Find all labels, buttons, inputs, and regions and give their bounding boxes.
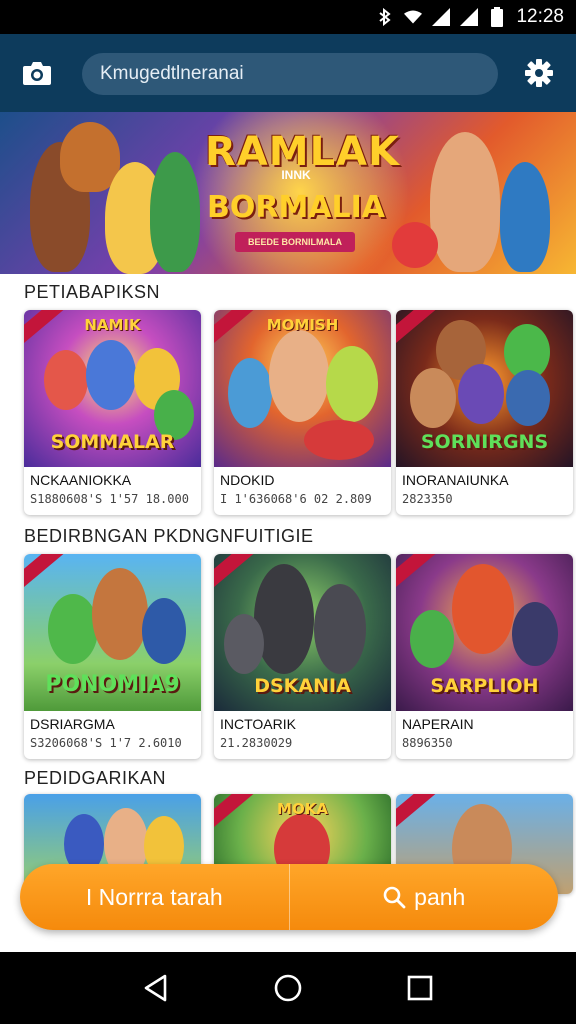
bluetooth-icon	[376, 8, 394, 26]
search-input[interactable]: Kmugedtlneranai	[82, 53, 498, 95]
character-art	[314, 584, 366, 674]
hero-banner[interactable]: RAMLAK INNK BORMALIA BEEDE BORNILMALA	[0, 112, 576, 274]
game-meta: 21.2830029	[220, 736, 293, 750]
character-art	[458, 364, 504, 424]
search-icon	[383, 886, 406, 909]
game-thumbnail: SARPLIOH	[396, 554, 573, 711]
hero-ribbon: BEEDE BORNILMALA	[235, 232, 355, 252]
art-top-text: MOMISH	[266, 316, 339, 334]
hero-character	[430, 132, 500, 272]
primary-action-label: I Norrra tarah	[85, 883, 223, 910]
search-text: Kmugedtlneranai	[100, 63, 244, 84]
game-meta: S1880608'S 1'57 18.000	[30, 492, 189, 506]
game-meta: 2823350	[402, 492, 453, 506]
primary-action-button[interactable]: I Norrra tarah	[20, 864, 289, 930]
art-title: SOMMALAR	[50, 431, 175, 453]
character-art	[326, 346, 378, 422]
game-name: DSRIARGMA	[30, 716, 115, 732]
character-art	[452, 564, 514, 654]
game-name: NAPERAIN	[402, 716, 474, 732]
game-name: NCKAANIOKKA	[30, 472, 132, 488]
game-card[interactable]: SORNIRGNS INORANAIUNKA 2823350	[396, 310, 573, 515]
character-art	[410, 610, 454, 668]
search-button-label: panh	[414, 883, 466, 910]
game-card[interactable]: PONOMIA9 DSRIARGMA S3206068'S 1'7 2.6010	[24, 554, 201, 759]
signal-icon	[460, 8, 479, 26]
hero-character	[500, 162, 550, 272]
recents-icon	[407, 975, 433, 1001]
character-art	[44, 350, 88, 410]
back-icon	[144, 974, 167, 1002]
home-icon	[274, 974, 302, 1002]
character-art	[86, 340, 136, 410]
game-thumbnail: SORNIRGNS	[396, 310, 573, 467]
game-thumbnail: NAMIK SOMMALAR	[24, 310, 201, 467]
character-art	[142, 598, 186, 664]
hero-title: RAMLAK	[205, 129, 401, 175]
section-title: BEDIRBNGAN PKDNGNFUITIGIE	[24, 526, 314, 546]
battery-icon	[488, 7, 506, 27]
character-art	[269, 330, 329, 422]
game-card[interactable]: DSKANIA INCTOARIK 21.2830029	[214, 554, 391, 759]
character-art	[92, 568, 148, 660]
game-card[interactable]: SARPLIOH NAPERAIN 8896350	[396, 554, 573, 759]
game-name: INORANAIUNKA	[402, 472, 509, 488]
character-art	[228, 358, 272, 428]
character-art	[410, 368, 456, 428]
settings-icon	[525, 59, 553, 87]
character-art	[48, 594, 98, 664]
game-thumbnail: MOMISH	[214, 310, 391, 467]
art-title: SORNIRGNS	[420, 431, 549, 453]
game-card[interactable]: MOMISH NDOKID I 1'636068'6 02 2.809	[214, 310, 391, 515]
hero-title-secondary: BORMALIA	[206, 190, 386, 225]
camera-button[interactable]	[17, 53, 57, 93]
game-card[interactable]: NAMIK SOMMALAR NCKAANIOKKA S1880608'S 1'…	[24, 310, 201, 515]
section-title: PETIABAPIKSN	[24, 282, 161, 302]
art-top-text: MOKA	[277, 800, 328, 818]
wifi-icon	[404, 8, 423, 26]
game-name: INCTOARIK	[220, 716, 296, 732]
character-art	[304, 420, 374, 460]
game-meta: 8896350	[402, 736, 453, 750]
back-button[interactable]	[134, 966, 178, 1010]
character-art	[512, 602, 558, 666]
camera-icon	[23, 62, 51, 85]
section-title: PEDIDGARIKAN	[24, 768, 167, 788]
search-button[interactable]: panh	[290, 864, 559, 930]
corner-ribbon	[396, 310, 441, 351]
signal-icon	[432, 8, 451, 26]
corner-ribbon	[396, 554, 441, 595]
app-bar: Kmugedtlneranai	[0, 34, 576, 112]
navigation-bar	[0, 952, 576, 1024]
game-meta: I 1'636068'6 02 2.809	[220, 492, 372, 506]
corner-ribbon	[396, 794, 441, 835]
character-art	[254, 564, 314, 674]
status-bar: 12:28	[0, 0, 576, 34]
home-button[interactable]	[266, 966, 310, 1010]
status-time: 12:28	[516, 6, 564, 27]
game-meta: S3206068'S 1'7 2.6010	[30, 736, 182, 750]
art-title: DSKANIA	[254, 675, 351, 697]
art-title: PONOMIA9	[45, 672, 180, 697]
hero-character	[150, 152, 200, 272]
game-thumbnail: DSKANIA	[214, 554, 391, 711]
corner-ribbon	[24, 554, 69, 595]
art-top-text: NAMIK	[84, 316, 141, 334]
character-art	[224, 614, 264, 674]
hero-subtitle: INNK	[281, 168, 311, 182]
corner-ribbon	[214, 554, 259, 595]
hero-ball	[392, 222, 438, 268]
action-bar: I Norrra tarah panh	[20, 864, 558, 930]
recents-button[interactable]	[398, 966, 442, 1010]
game-thumbnail: PONOMIA9	[24, 554, 201, 711]
art-title: SARPLIOH	[430, 675, 539, 697]
character-art	[506, 370, 550, 426]
settings-button[interactable]	[519, 53, 559, 93]
game-name: NDOKID	[220, 472, 275, 488]
